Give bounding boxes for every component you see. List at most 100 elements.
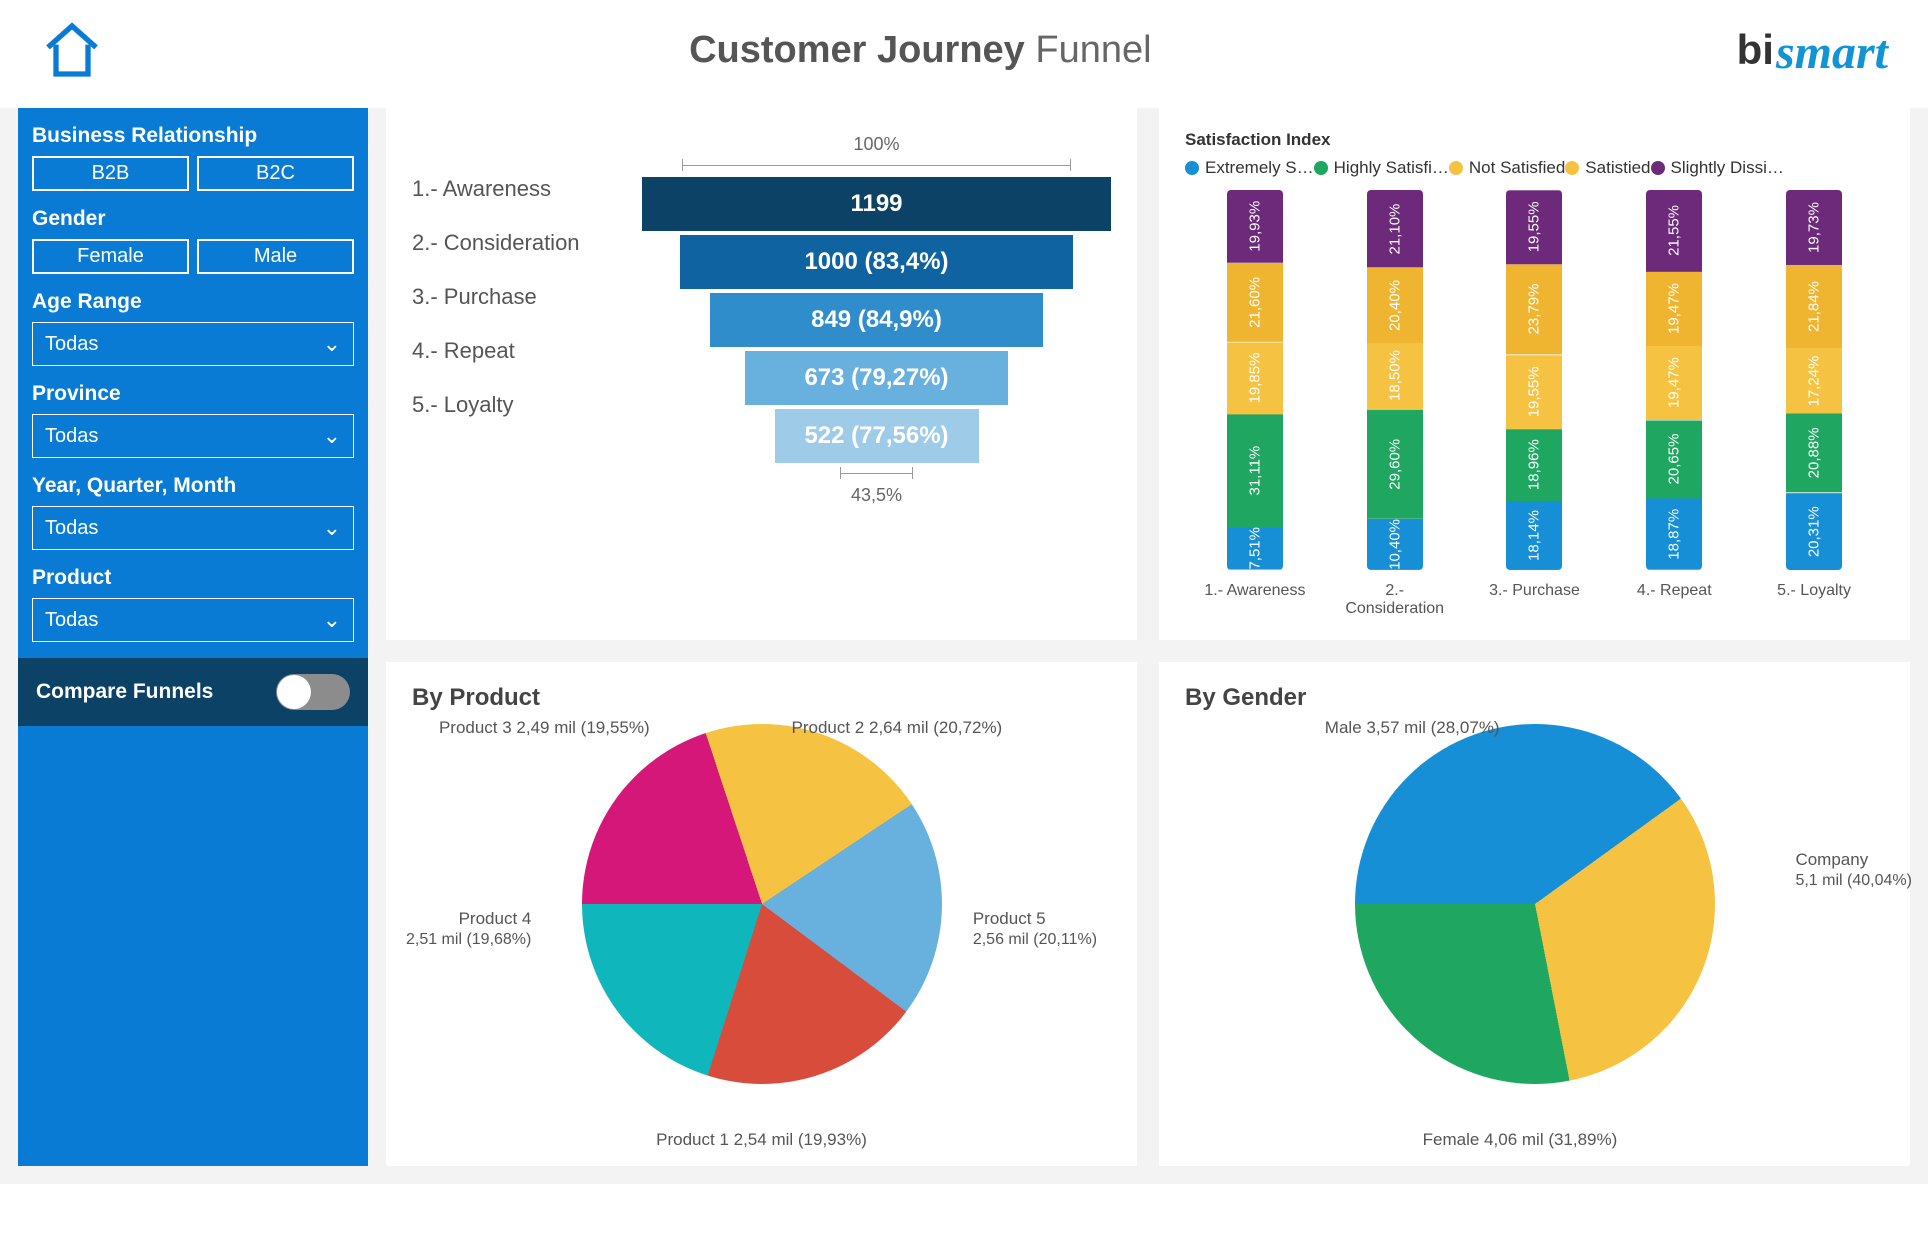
pie-label-product-3: Product 3 2,49 mil (19,55%) xyxy=(439,718,650,738)
legend-dot-icon xyxy=(1185,161,1199,175)
pie-label-product-4: Product 4 2,51 mil (19,68%) xyxy=(406,909,531,949)
satisfaction-segment: 19,85% xyxy=(1227,342,1283,414)
filter-select-province[interactable]: Todas ⌄ xyxy=(32,414,354,458)
satisfaction-segment: 20,40% xyxy=(1367,268,1423,343)
compare-funnels-toggle[interactable] xyxy=(276,674,350,710)
filter-select-product[interactable]: Todas ⌄ xyxy=(32,598,354,642)
filter-label-gender: Gender xyxy=(32,207,354,231)
satisfaction-segment: 20,88% xyxy=(1786,413,1842,492)
pie-label-product-1: Product 1 2,54 mil (19,93%) xyxy=(656,1130,867,1150)
funnel-bar: 673 (79,27%) xyxy=(745,351,1008,405)
funnel-top-scale xyxy=(682,159,1071,173)
filter-label-age-range: Age Range xyxy=(32,290,354,314)
satisfaction-legend: Satisfaction Index Extremely S…Highly Sa… xyxy=(1185,130,1884,180)
satisfaction-stacked-chart: 7,51%31,11%19,85%21,60%19,93% 1.- Awarene… xyxy=(1185,190,1884,618)
satisfaction-segment: 19,47% xyxy=(1646,272,1702,346)
satisfaction-segment: 18,14% xyxy=(1506,501,1562,570)
pie-label-company: Company 5,1 mil (40,04%) xyxy=(1795,850,1912,890)
pie-label-product-5: Product 5 2,56 mil (20,11%) xyxy=(973,909,1097,949)
funnel-stage-label: 1.- Awareness xyxy=(412,176,632,202)
satisfaction-card: Satisfaction Index Extremely S…Highly Sa… xyxy=(1159,108,1910,640)
compare-funnels-label: Compare Funnels xyxy=(36,680,213,704)
filter-value-period: Todas xyxy=(45,517,98,540)
by-gender-title: By Gender xyxy=(1185,684,1884,712)
satisfaction-segment: 29,60% xyxy=(1367,410,1423,519)
chevron-down-icon: ⌄ xyxy=(323,515,341,541)
satisfaction-x-label: 1.- Awareness xyxy=(1185,582,1325,600)
filter-label-period: Year, Quarter, Month xyxy=(32,474,354,498)
satisfaction-x-label: 4.- Repeat xyxy=(1604,582,1744,600)
filter-label-business-relationship: Business Relationship xyxy=(32,124,354,148)
legend-item: Not Satisfied xyxy=(1449,158,1565,178)
satisfaction-segment: 19,55% xyxy=(1506,190,1562,264)
funnel-bar: 1000 (83,4%) xyxy=(680,235,1074,289)
legend-item: Slightly Dissi… xyxy=(1651,158,1784,178)
funnel-stage-label: 4.- Repeat xyxy=(412,338,632,364)
filter-select-age-range[interactable]: Todas ⌄ xyxy=(32,322,354,366)
filter-value-product: Todas xyxy=(45,609,98,632)
legend-dot-icon xyxy=(1651,161,1665,175)
logo: bismart xyxy=(1737,26,1888,74)
satisfaction-segment: 19,47% xyxy=(1646,346,1702,420)
funnel-bottom-scale xyxy=(840,467,913,481)
funnel-stage-label: 5.- Loyalty xyxy=(412,392,632,418)
satisfaction-segment: 19,93% xyxy=(1227,190,1283,263)
satisfaction-x-label: 2.- Consideration xyxy=(1325,582,1465,618)
satisfaction-legend-title: Satisfaction Index xyxy=(1185,130,1330,150)
funnel-stage-label: 2.- Consideration xyxy=(412,230,632,256)
funnel-card: 1.- Awareness2.- Consideration3.- Purcha… xyxy=(386,108,1137,640)
satisfaction-segment: 21,55% xyxy=(1646,190,1702,272)
funnel-bottom-pct: 43,5% xyxy=(642,485,1111,506)
satisfaction-column: 18,87%20,65%19,47%19,47%21,55%4.- Repeat xyxy=(1604,190,1744,618)
legend-item: Satistied xyxy=(1565,158,1650,178)
logo-script: smart xyxy=(1776,31,1888,74)
pie-label-male: Male 3,57 mil (28,07%) xyxy=(1325,718,1500,738)
satisfaction-segment: 20,31% xyxy=(1786,493,1842,570)
satisfaction-segment: 18,87% xyxy=(1646,498,1702,570)
page-title: Customer Journey Funnel xyxy=(104,29,1737,72)
page-title-light: Funnel xyxy=(1035,29,1151,71)
home-icon[interactable] xyxy=(40,18,104,82)
filter-select-period[interactable]: Todas ⌄ xyxy=(32,506,354,550)
pie-label-female: Female 4,06 mil (31,89%) xyxy=(1423,1130,1618,1150)
filters-sidebar: Business Relationship B2B B2C Gender Fem… xyxy=(18,108,368,1166)
filter-value-province: Todas xyxy=(45,425,98,448)
legend-item: Highly Satisfi… xyxy=(1314,158,1449,178)
page-title-bold: Customer Journey xyxy=(689,29,1025,71)
legend-dot-icon xyxy=(1314,161,1328,175)
funnel-bar: 849 (84,9%) xyxy=(710,293,1042,347)
pie-label-product-2: Product 2 2,64 mil (20,72%) xyxy=(792,718,1003,738)
funnel-bar: 1199 xyxy=(642,177,1111,231)
satisfaction-column: 7,51%31,11%19,85%21,60%19,93% 1.- Awarene… xyxy=(1185,190,1325,618)
filter-btn-b2b[interactable]: B2B xyxy=(32,156,189,191)
by-gender-card: By Gender Male 3,57 mil (28,07%) Company… xyxy=(1159,662,1910,1166)
filter-btn-female[interactable]: Female xyxy=(32,239,189,274)
funnel-bar: 522 (77,56%) xyxy=(775,409,979,463)
funnel-chart: 100% 11991000 (83,4%)849 (84,9%)673 (79,… xyxy=(642,130,1111,510)
by-product-card: By Product Product 2 2,64 mil (20,72%) P… xyxy=(386,662,1137,1166)
satisfaction-x-label: 5.- Loyalty xyxy=(1744,582,1884,600)
header: Customer Journey Funnel bismart xyxy=(0,0,1928,108)
satisfaction-segment: 23,79% xyxy=(1506,264,1562,354)
satisfaction-segment: 10,40% xyxy=(1367,519,1423,570)
satisfaction-segment: 31,11% xyxy=(1227,414,1283,528)
logo-prefix: bi xyxy=(1737,26,1774,74)
chevron-down-icon: ⌄ xyxy=(323,331,341,357)
satisfaction-column: 18,14%18,96%19,55%23,79%19,55%3.- Purcha… xyxy=(1465,190,1605,618)
satisfaction-x-label: 3.- Purchase xyxy=(1465,582,1605,600)
satisfaction-segment: 18,50% xyxy=(1367,342,1423,410)
chevron-down-icon: ⌄ xyxy=(323,607,341,633)
satisfaction-segment: 21,60% xyxy=(1227,263,1283,342)
satisfaction-segment: 7,51% xyxy=(1227,527,1283,570)
satisfaction-segment: 18,96% xyxy=(1506,429,1562,501)
satisfaction-segment: 19,55% xyxy=(1506,355,1562,429)
satisfaction-column: 10,40%29,60%18,50%20,40%21,10% 2.- Consid… xyxy=(1325,190,1465,618)
filter-btn-male[interactable]: Male xyxy=(197,239,354,274)
filter-btn-b2c[interactable]: B2C xyxy=(197,156,354,191)
satisfaction-segment: 21,10% xyxy=(1367,190,1423,268)
compare-funnels-row: Compare Funnels xyxy=(18,658,368,726)
filter-label-product: Product xyxy=(32,566,354,590)
satisfaction-column: 20,31%20,88%17,24%21,84%19,73%5.- Loyalt… xyxy=(1744,190,1884,618)
filter-value-age-range: Todas xyxy=(45,333,98,356)
funnel-stage-labels: 1.- Awareness2.- Consideration3.- Purcha… xyxy=(412,130,632,510)
